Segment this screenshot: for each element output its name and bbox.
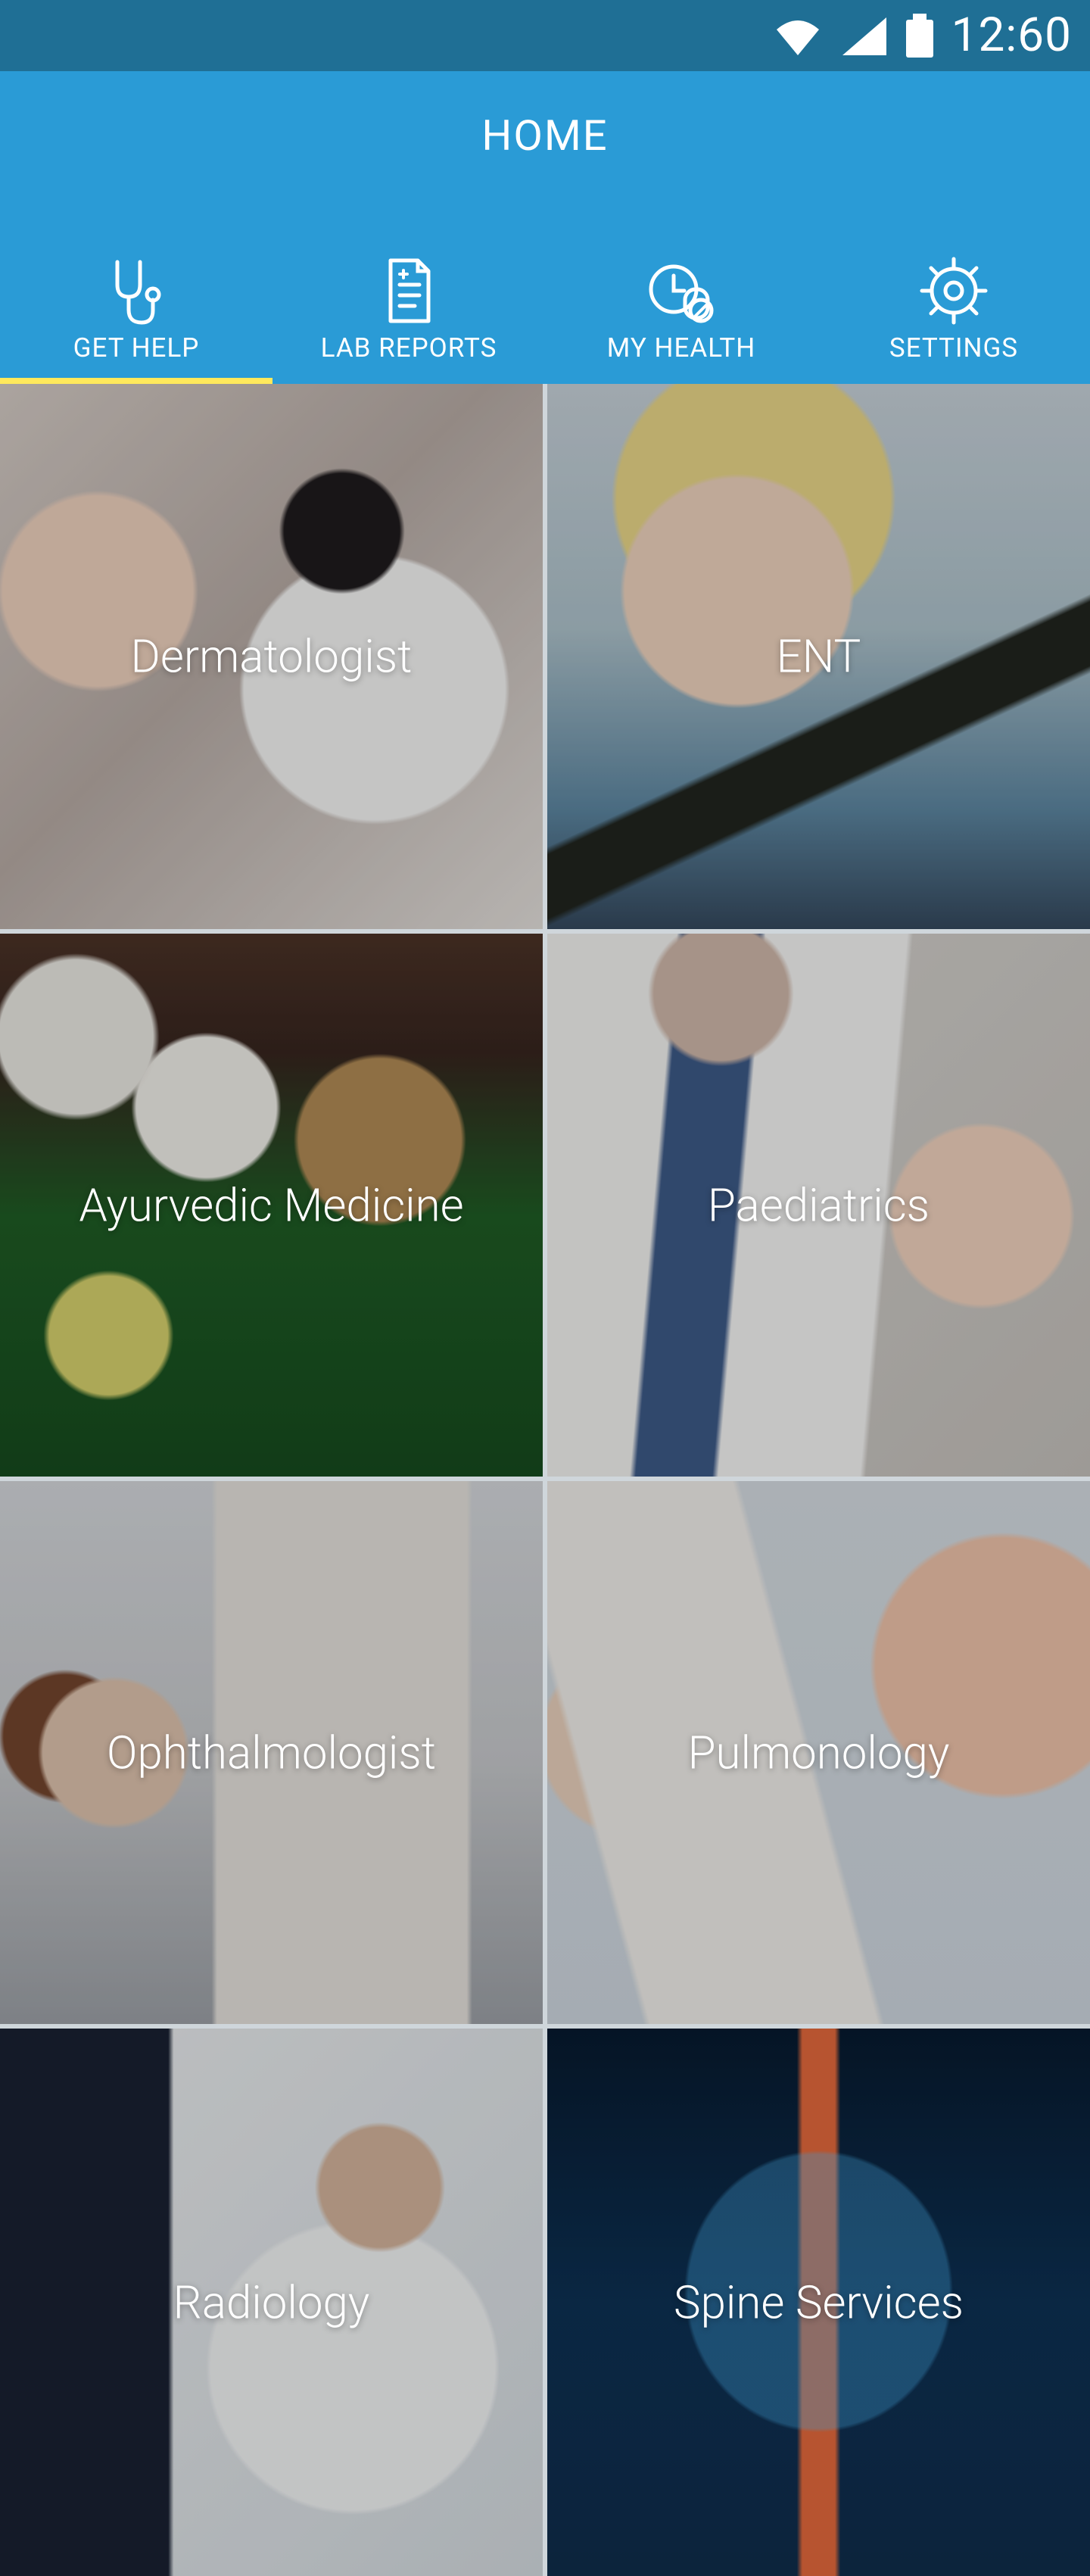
status-time: 12:60 bbox=[951, 8, 1072, 63]
service-label: Pulmonology bbox=[687, 1726, 950, 1779]
service-label: Spine Services bbox=[674, 2275, 964, 2329]
service-tile-ayurvedic-medicine[interactable]: Ayurvedic Medicine bbox=[0, 934, 543, 1477]
service-label: Paediatrics bbox=[707, 1178, 930, 1232]
stethoscope-icon bbox=[115, 260, 161, 325]
main-tabs: GET HELP LAB REPORTS MY HEALTH SETTINGS bbox=[0, 238, 1090, 384]
service-label: Radiology bbox=[173, 2275, 370, 2329]
service-label: Dermatologist bbox=[130, 629, 413, 684]
active-tab-indicator bbox=[0, 378, 272, 384]
service-grid: Dermatologist ENT Ayurvedic Medicine Pae… bbox=[0, 384, 1090, 2576]
tab-settings-label: SETTINGS bbox=[889, 332, 1019, 363]
report-icon bbox=[388, 258, 431, 323]
tab-my-health-label: MY HEALTH bbox=[606, 332, 756, 363]
service-tile-ent[interactable]: ENT bbox=[547, 384, 1090, 929]
tab-my-health[interactable]: MY HEALTH bbox=[545, 238, 818, 384]
service-label: Ophthalmologist bbox=[106, 1726, 437, 1779]
tab-lab-reports-label: LAB REPORTS bbox=[320, 332, 497, 363]
service-label: Ayurvedic Medicine bbox=[79, 1178, 464, 1232]
service-tile-paediatrics[interactable]: Paediatrics bbox=[547, 934, 1090, 1477]
app-header: HOME GET HELP LAB REPORTS MY HEALTH SETT… bbox=[0, 71, 1090, 384]
service-tile-ophthalmologist[interactable]: Ophthalmologist bbox=[0, 1481, 543, 2024]
service-tile-dermatologist[interactable]: Dermatologist bbox=[0, 384, 543, 929]
tab-settings[interactable]: SETTINGS bbox=[818, 238, 1090, 384]
service-label: ENT bbox=[776, 629, 861, 684]
service-tile-spine-services[interactable]: Spine Services bbox=[547, 2029, 1090, 2576]
status-bar: 12:60 bbox=[0, 0, 1090, 71]
signal-icon bbox=[842, 17, 886, 55]
service-tile-pulmonology[interactable]: Pulmonology bbox=[547, 1481, 1090, 2024]
wifi-icon bbox=[776, 20, 819, 55]
tab-get-help-label: GET HELP bbox=[73, 332, 200, 363]
tab-lab-reports[interactable]: LAB REPORTS bbox=[272, 238, 545, 384]
tab-get-help[interactable]: GET HELP bbox=[0, 238, 272, 384]
battery-icon bbox=[905, 14, 933, 58]
status-icons: 12:60 bbox=[770, 9, 1072, 62]
service-tile-radiology[interactable]: Radiology bbox=[0, 2029, 543, 2576]
gear-icon bbox=[920, 257, 988, 325]
page-title: HOME bbox=[481, 111, 609, 161]
clock-pill-icon bbox=[649, 264, 714, 323]
